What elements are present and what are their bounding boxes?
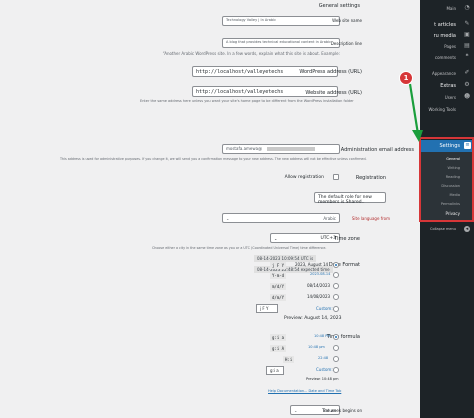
sidebar-item-label: comments bbox=[434, 55, 456, 60]
green-arrow-annotation bbox=[408, 83, 423, 142]
date-format-radio-3[interactable] bbox=[333, 283, 339, 289]
time-format-label: Time formula bbox=[326, 334, 360, 340]
timezone-label: Time zone bbox=[334, 236, 360, 242]
sidebar-item-label: Extras bbox=[440, 83, 456, 89]
registration-checkbox-label: Allow registration bbox=[284, 175, 324, 180]
page-icon: ▤ bbox=[464, 42, 470, 49]
language-value: Arabic bbox=[323, 216, 336, 221]
time-format-custom-label: Custom: bbox=[316, 367, 333, 372]
sidebar-item-label: Working Tools bbox=[428, 107, 456, 112]
date-format-code-2: Y-m-d bbox=[270, 272, 287, 279]
wp-address-label: WordPress address (URL) bbox=[299, 69, 362, 75]
sidebar-item-label: Main bbox=[446, 6, 456, 11]
media-icon: ▣ bbox=[464, 31, 470, 38]
time-format-text-2: 10:48 pm bbox=[308, 345, 325, 349]
registration-label: Registration bbox=[355, 175, 386, 181]
registration-checkbox[interactable] bbox=[333, 174, 339, 180]
time-format-code-1: g:i a bbox=[270, 334, 287, 341]
admin-email-label: Administration email address bbox=[340, 147, 414, 153]
date-format-text-2: 2023-08-14 bbox=[310, 272, 331, 276]
date-format-code-4: d/m/Y bbox=[270, 294, 287, 301]
time-format-radio-custom[interactable] bbox=[333, 367, 339, 373]
language-select[interactable]: ⌄ Arabic bbox=[222, 213, 340, 223]
redacted-email-blur bbox=[267, 147, 316, 151]
plugin-icon: ⚙ bbox=[464, 81, 470, 88]
date-format-text-4: 14/08/2023 bbox=[307, 294, 331, 299]
sidebar-item-tools[interactable]: Working Tools bbox=[420, 104, 474, 114]
sidebar-item-label: ru media bbox=[433, 33, 456, 39]
sidebar-item-users[interactable]: Users ☻ bbox=[420, 92, 474, 102]
time-format-text-1: 10:48 PM bbox=[314, 334, 331, 338]
time-format-text-3: 22:48 bbox=[318, 356, 329, 360]
default-role-select[interactable]: The default role for new members is Shar… bbox=[314, 192, 386, 205]
time-format-help-link[interactable]: Help Documentation... Date and Time Tab bbox=[268, 389, 341, 393]
settings-highlight-box bbox=[419, 137, 474, 222]
arrow-shaft bbox=[408, 83, 420, 135]
date-format-custom-input[interactable]: j F Y bbox=[256, 304, 278, 313]
site-title-label: Web site name bbox=[332, 18, 362, 23]
time-format-radio-3[interactable] bbox=[333, 356, 339, 362]
week-start-label: The week begins on bbox=[321, 408, 362, 413]
tagline-label: Description line bbox=[330, 41, 362, 46]
language-label: Site language from bbox=[351, 216, 390, 221]
chevron-down-icon: ⌄ bbox=[274, 236, 278, 241]
date-format-text-3: 08/14/2023 bbox=[307, 283, 331, 288]
step-number-badge: 1 bbox=[399, 71, 413, 85]
sidebar-item-pages[interactable]: Pages ▤ bbox=[420, 41, 474, 51]
date-format-code-1: j F Y bbox=[270, 262, 287, 269]
time-format-radio-2[interactable] bbox=[333, 345, 339, 351]
dashboard-icon: ◔ bbox=[464, 4, 470, 11]
timezone-select[interactable]: ⌄ UTC+3 bbox=[270, 233, 340, 243]
time-format-radio-1[interactable] bbox=[333, 334, 339, 340]
collapse-menu-label: Collapse menu bbox=[430, 227, 456, 231]
comment-icon: ❝ bbox=[465, 53, 469, 60]
sidebar-item-comments[interactable]: comments ❝ bbox=[420, 52, 474, 62]
collapse-menu-button[interactable]: Collapse menu ◂ bbox=[420, 224, 474, 234]
page-title: General settings bbox=[318, 3, 360, 9]
wrench-icon bbox=[464, 106, 470, 112]
date-format-radio-1[interactable] bbox=[333, 262, 339, 268]
sidebar-item-label: Appearance bbox=[431, 71, 456, 76]
arrow-head bbox=[412, 130, 423, 142]
chevron-down-icon: ⌄ bbox=[294, 408, 298, 413]
timezone-description: Choose either a city in the same time zo… bbox=[152, 246, 327, 250]
site-address-label: Website address (URL) bbox=[305, 90, 362, 96]
utc-time-readout: 08-14-2023 10:09:54 UTC is bbox=[254, 255, 317, 262]
date-format-preview: Preview: August 14, 2023 bbox=[284, 316, 342, 321]
sidebar-item-appearance[interactable]: Appearance ✐ bbox=[420, 68, 474, 78]
date-format-code-3: m/d/Y bbox=[270, 283, 287, 290]
date-format-text-1: 2023, August 14 bbox=[295, 262, 329, 267]
date-format-radio-4[interactable] bbox=[333, 294, 339, 300]
sidebar-item-articles[interactable]: t articles ✎ bbox=[420, 19, 474, 29]
tagline-description: “Another Arabic WordPress site. In a few… bbox=[162, 51, 340, 56]
sidebar-item-media[interactable]: ru media ▣ bbox=[420, 30, 474, 40]
sidebar-item-main[interactable]: Main ◔ bbox=[420, 3, 474, 13]
time-format-custom-input[interactable]: g:i a bbox=[266, 366, 284, 375]
time-format-preview: Preview: 10:48 pm bbox=[306, 377, 339, 381]
brush-icon: ✐ bbox=[464, 69, 470, 76]
collapse-arrow-icon: ◂ bbox=[464, 226, 470, 232]
admin-email-description: This address is used for administrative … bbox=[60, 157, 367, 161]
tagline-input[interactable]: A blog that provides technical education… bbox=[222, 38, 340, 48]
site-title-input[interactable]: Technology Valley | In Arabic bbox=[222, 16, 340, 26]
date-format-radio-2[interactable] bbox=[333, 272, 339, 278]
sidebar-item-label: t articles bbox=[434, 22, 456, 28]
time-format-code-2: g:i A bbox=[270, 345, 287, 352]
time-format-code-3: H:i bbox=[283, 356, 295, 363]
admin-email-value: mostafa.amewa@ bbox=[226, 146, 263, 151]
site-address-description: Enter the same address here unless you w… bbox=[140, 99, 354, 103]
date-format-custom-label: Custom: bbox=[316, 306, 333, 311]
chevron-down-icon: ⌄ bbox=[226, 216, 230, 221]
sidebar-item-label: Users bbox=[444, 95, 456, 100]
sidebar-item-label: Pages bbox=[444, 44, 456, 49]
wp-admin-page: General settings Technology Valley | In … bbox=[0, 0, 474, 418]
sidebar-item-extras[interactable]: Extras ⚙ bbox=[420, 80, 474, 90]
date-format-radio-custom[interactable] bbox=[333, 306, 339, 312]
admin-email-input[interactable]: mostafa.amewa@ bbox=[222, 144, 340, 154]
main-content: General settings Technology Valley | In … bbox=[0, 0, 420, 418]
user-icon: ☻ bbox=[464, 93, 471, 100]
pin-icon: ✎ bbox=[464, 20, 470, 27]
